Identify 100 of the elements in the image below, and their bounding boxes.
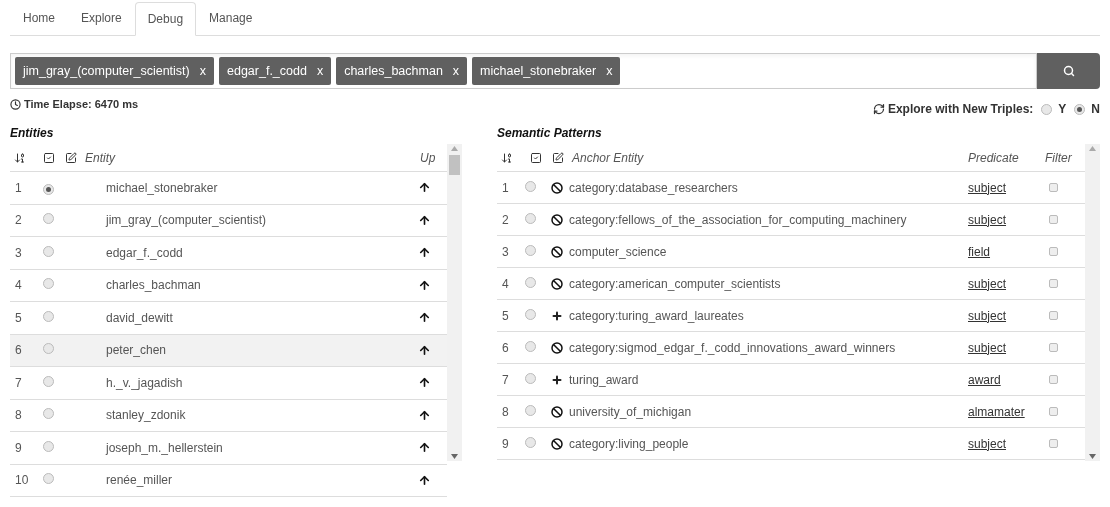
option-label: N: [1091, 101, 1100, 118]
radio-button[interactable]: [43, 440, 54, 452]
entity-cell-text: charles_bachman: [106, 277, 202, 295]
section-title: Entities: [10, 125, 55, 142]
column-header: Up: [420, 149, 437, 167]
radio-button[interactable]: [43, 310, 54, 322]
radio-button[interactable]: [43, 183, 54, 195]
radio-button[interactable]: [43, 245, 54, 257]
anchor-entity-cell-text: category:turing_award_laureates: [569, 307, 745, 325]
filter-checkbox[interactable]: [1049, 214, 1058, 224]
filter-checkbox[interactable]: [1049, 374, 1058, 384]
tag-label: michael_stonebraker: [480, 62, 597, 80]
tag-remove[interactable]: x: [452, 61, 460, 81]
radio-button[interactable]: [43, 213, 54, 225]
radio-button[interactable]: [525, 372, 536, 384]
tag-remove[interactable]: x: [199, 61, 206, 81]
radio-button[interactable]: [43, 375, 54, 387]
ban-icon: [551, 341, 563, 354]
radio-button[interactable]: [43, 343, 54, 355]
search-button[interactable]: [1037, 53, 1100, 89]
column-header: Filter: [1045, 149, 1073, 167]
search-icon: [1062, 65, 1075, 77]
up-arrow-icon: [418, 246, 431, 260]
tag-label: jim_gray_(computer_scientist): [23, 62, 190, 80]
radio-button[interactable]: [1041, 103, 1053, 115]
up-arrow-icon: [418, 441, 431, 455]
scrollbar[interactable]: [1085, 144, 1100, 461]
filter-checkbox[interactable]: [1049, 182, 1058, 192]
tag-remove[interactable]: x: [316, 61, 324, 81]
up-arrow-icon: [418, 278, 431, 292]
nav-tab[interactable]: Manage: [196, 1, 266, 35]
radio-button[interactable]: [43, 473, 54, 485]
radio-button[interactable]: [525, 436, 536, 448]
scroll-down-icon[interactable]: [451, 454, 458, 459]
radio-button[interactable]: [525, 180, 536, 192]
tag-label: charles_bachman: [344, 62, 443, 80]
radio-button[interactable]: [525, 404, 536, 416]
anchor-entity-cell-text: category:fellows_of_the_association_for_computing_machinery: [569, 211, 908, 229]
scroll-up-icon[interactable]: [451, 146, 458, 151]
entity-cell-text: edgar_f._codd: [106, 244, 184, 262]
rank-cell-text: 7: [501, 371, 510, 389]
predicate-link[interactable]: award: [968, 372, 1001, 387]
predicate-link[interactable]: subject: [968, 180, 1007, 195]
up-arrow-icon: [418, 376, 431, 390]
filter-checkbox[interactable]: [1049, 310, 1058, 320]
predicate-link[interactable]: field: [968, 244, 990, 259]
predicate-link[interactable]: subject: [968, 308, 1007, 323]
filter-checkbox[interactable]: [1049, 406, 1058, 416]
filter-checkbox[interactable]: [1049, 438, 1058, 448]
rank-cell-text: 4: [501, 275, 510, 293]
predicate-link[interactable]: almamater: [968, 404, 1025, 419]
nav-tab[interactable]: Debug: [134, 2, 197, 36]
scroll-down-icon[interactable]: [1089, 454, 1096, 459]
nav-tab[interactable]: Home: [10, 1, 68, 35]
radio-button[interactable]: [43, 408, 54, 420]
check-icon: [530, 151, 542, 164]
entity-cell-text: stanley_zdonik: [106, 407, 187, 425]
scrollbar[interactable]: [447, 144, 462, 461]
radio-button[interactable]: [525, 308, 536, 320]
radio-button[interactable]: [1074, 103, 1086, 115]
radio-button[interactable]: [525, 276, 536, 288]
rank-cell-text: 4: [14, 277, 23, 295]
sort-icon: [14, 151, 26, 164]
anchor-entity-cell-text: turing_award: [569, 371, 640, 389]
clock-icon: [10, 98, 21, 110]
filter-checkbox[interactable]: [1049, 342, 1058, 352]
scrollbar-thumb[interactable]: [449, 155, 460, 175]
rank-cell-text: 5: [501, 307, 510, 325]
anchor-entity-cell-text: category:database_researchers: [569, 179, 739, 197]
check-icon: [43, 151, 55, 164]
rank-cell-text: 8: [501, 403, 510, 421]
anchor-entity-cell-text: computer_science: [569, 243, 668, 261]
ban-icon: [551, 181, 563, 194]
rank-cell-text: 2: [501, 211, 510, 229]
rank-cell-text: 3: [14, 244, 23, 262]
predicate-link[interactable]: subject: [968, 340, 1007, 355]
up-arrow-icon: [418, 408, 431, 422]
filter-checkbox[interactable]: [1049, 246, 1058, 256]
predicate-link[interactable]: subject: [968, 212, 1007, 227]
predicate-link[interactable]: subject: [968, 436, 1007, 451]
tag-remove[interactable]: x: [606, 61, 613, 81]
entity-cell-text: joseph_m._hellerstein: [106, 439, 224, 457]
entity-cell-text: michael_stonebraker: [106, 179, 219, 197]
entity-row[interactable]: 6 peter_chen: [10, 334, 447, 367]
plus-icon: [551, 309, 563, 322]
radio-button[interactable]: [525, 340, 536, 352]
nav-tab[interactable]: Explore: [68, 1, 135, 35]
filter-checkbox[interactable]: [1049, 278, 1058, 288]
ban-icon: [551, 245, 563, 258]
radio-button[interactable]: [525, 212, 536, 224]
predicate-link[interactable]: subject: [968, 276, 1007, 291]
edit-icon: [65, 151, 77, 164]
radio-button[interactable]: [43, 278, 54, 290]
entity-cell-text: david_dewitt: [106, 309, 174, 327]
column-header: Entity: [85, 149, 117, 167]
search-field[interactable]: jim_gray_(computer_scientist) x edgar_f._codd x charles_bachman x michael_stonebraker x: [10, 53, 1037, 89]
scroll-up-icon[interactable]: [1089, 146, 1096, 151]
radio-button[interactable]: [525, 244, 536, 256]
column-header: Anchor Entity: [572, 149, 645, 167]
rank-cell-text: 3: [501, 243, 510, 261]
